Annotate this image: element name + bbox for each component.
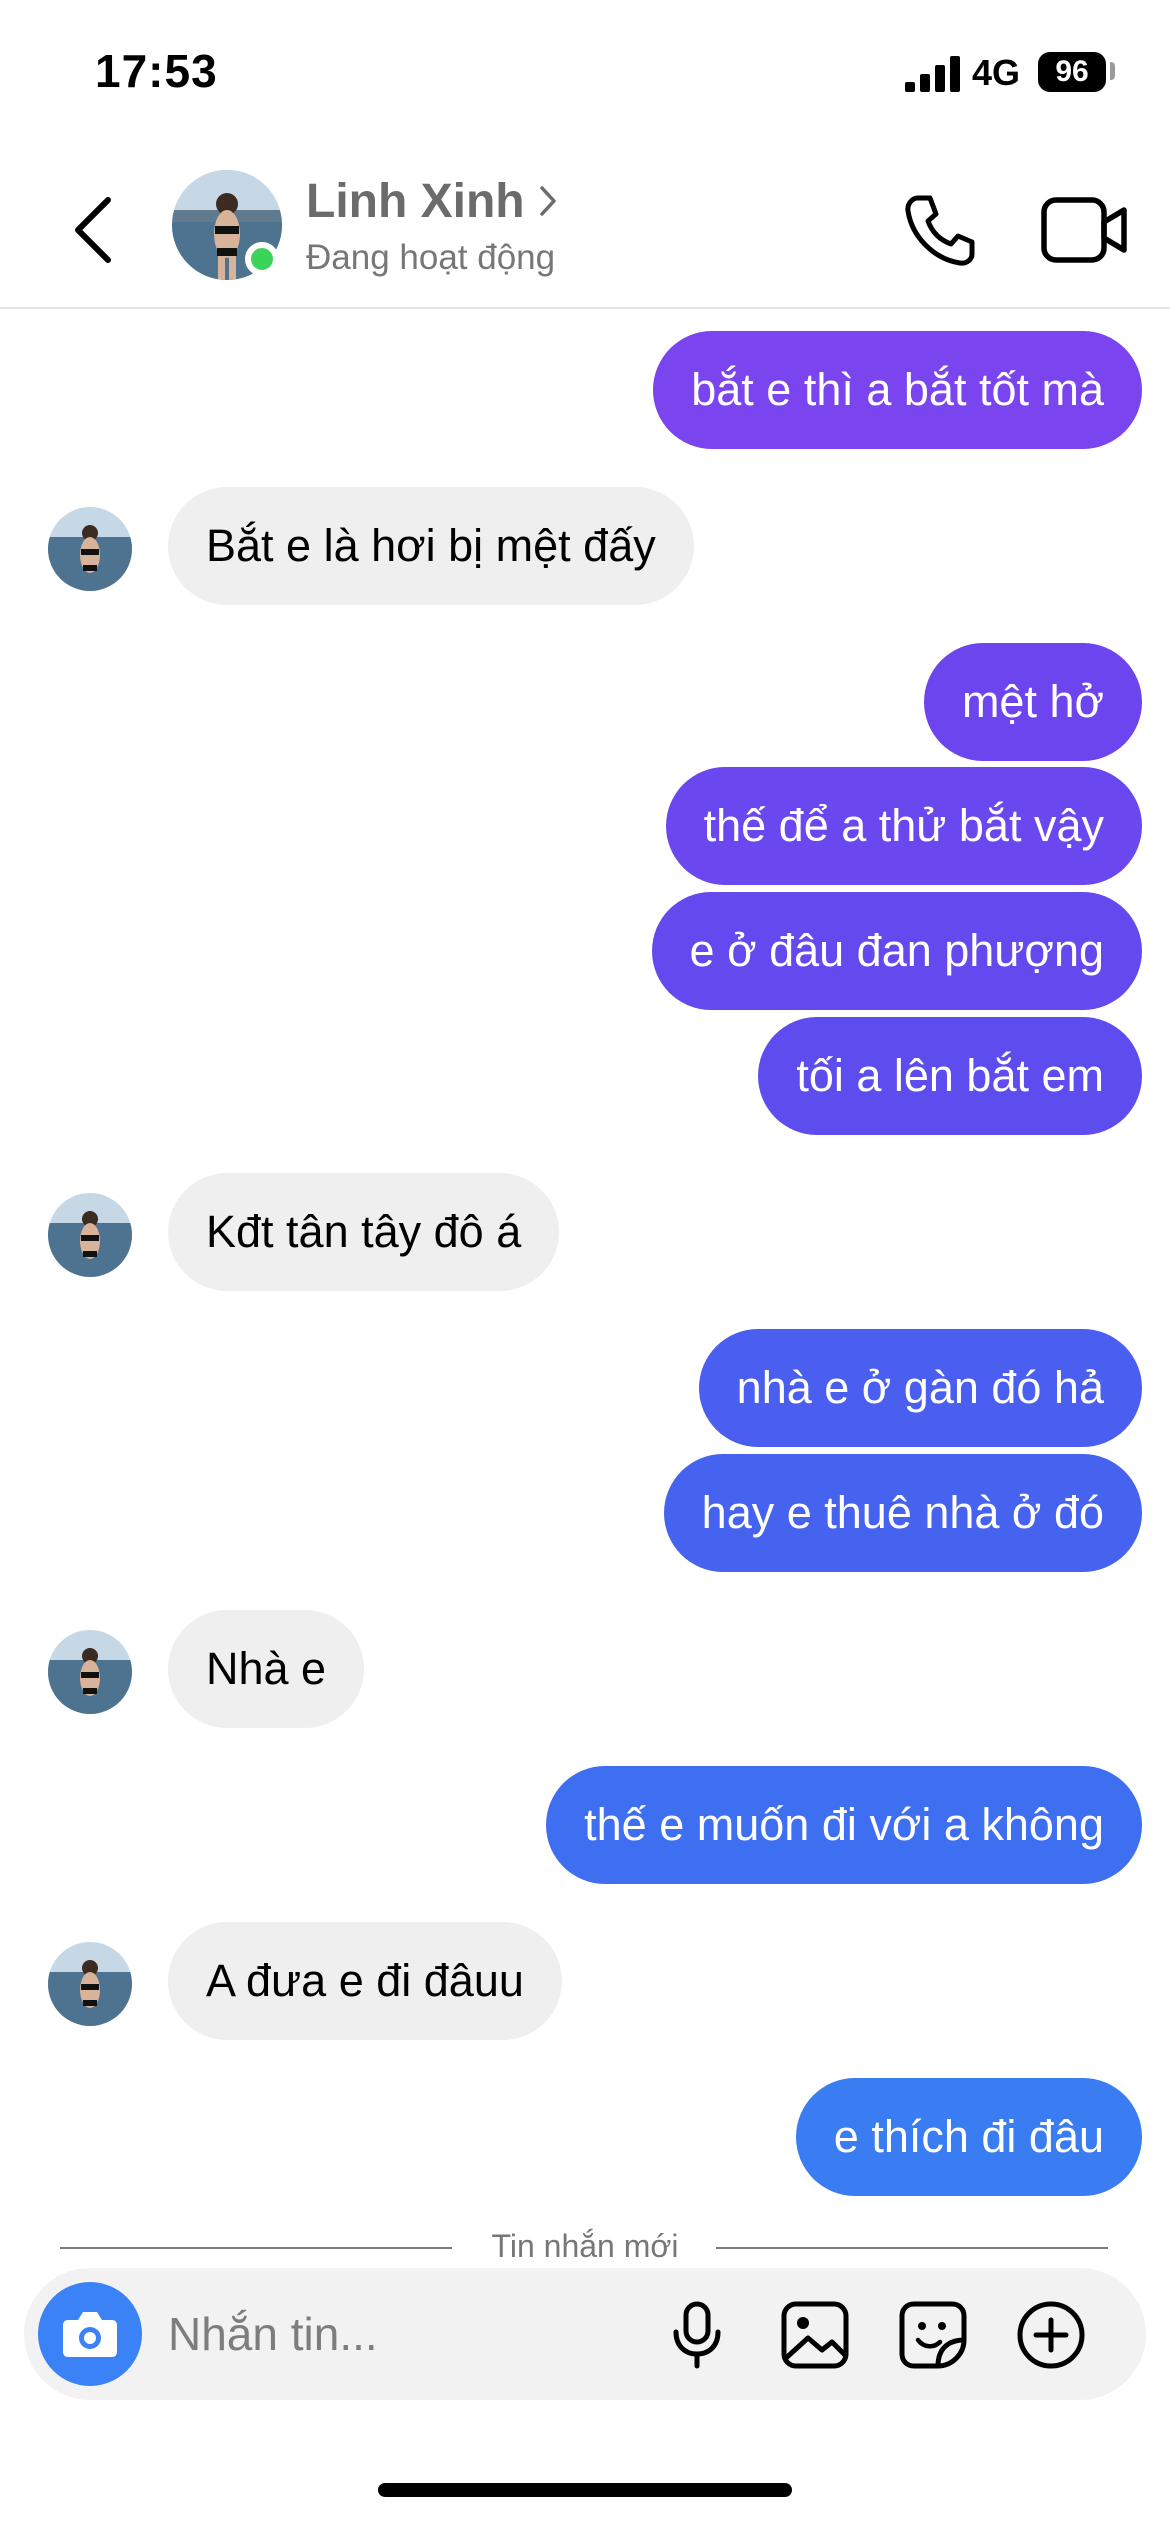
sender-avatar[interactable] <box>48 507 132 591</box>
sticker-icon[interactable] <box>896 2298 970 2372</box>
divider-line-right <box>716 2247 1108 2249</box>
message-input[interactable] <box>166 2298 650 2370</box>
received-message-bubble[interactable]: A đưa e đi đâuu <box>168 1922 562 2040</box>
contact-active-status: Đang hoạt động <box>306 238 556 277</box>
sent-message-bubble[interactable]: nhà e ở gàn đó hả <box>698 1329 1142 1447</box>
message-composer <box>24 2268 1146 2400</box>
sender-avatar[interactable] <box>48 1193 132 1277</box>
status-bar: 17:53 4G 96 <box>0 0 1170 150</box>
received-message-bubble[interactable]: Kđt tân tây đô á <box>168 1173 560 1291</box>
sent-message-bubble[interactable]: mệt hở <box>923 643 1142 761</box>
chat-header: Linh Xinh Đang hoạt động <box>0 150 1170 309</box>
sent-message-bubble[interactable]: e thích đi đâu <box>795 2078 1142 2196</box>
contact-name[interactable]: Linh Xinh <box>306 174 525 229</box>
sent-message-bubble[interactable]: e ở đâu đan phượng <box>651 892 1142 1010</box>
network-label: 4G <box>972 52 1021 93</box>
received-message-bubble[interactable]: Bắt e là hơi bị mệt đấy <box>168 487 694 605</box>
camera-icon <box>63 2312 117 2357</box>
received-message-bubble[interactable]: Nhà e <box>168 1610 365 1728</box>
sent-message-bubble[interactable]: hay e thuê nhà ở đó <box>663 1454 1142 1572</box>
back-icon[interactable] <box>60 190 130 270</box>
sent-message-bubble[interactable]: thế e muốn đi với a không <box>546 1766 1142 1884</box>
chevron-right-icon[interactable] <box>536 184 560 218</box>
sent-message-bubble[interactable]: bắt e thì a bắt tốt mà <box>653 331 1142 449</box>
sent-message-bubble[interactable]: tối a lên bắt em <box>758 1017 1142 1135</box>
home-indicator[interactable] <box>378 2483 792 2497</box>
sender-avatar[interactable] <box>48 1630 132 1714</box>
battery-indicator: 96 <box>1038 52 1106 92</box>
battery-cap <box>1110 62 1115 80</box>
status-time: 17:53 <box>95 45 218 97</box>
microphone-icon[interactable] <box>660 2298 734 2372</box>
message-thread[interactable]: bắt e thì a bắt tốt mà Bắt e là hơi bị m… <box>0 307 1170 2267</box>
plus-circle-icon[interactable] <box>1014 2298 1088 2372</box>
camera-button[interactable] <box>38 2282 142 2386</box>
video-camera-icon[interactable] <box>1040 192 1130 268</box>
online-indicator <box>245 242 279 276</box>
phone-icon[interactable] <box>900 190 980 270</box>
sender-avatar[interactable] <box>48 1942 132 2026</box>
signal-icon <box>905 56 960 92</box>
sent-message-bubble[interactable]: thế để a thử bắt vậy <box>665 767 1142 885</box>
image-icon[interactable] <box>778 2298 852 2372</box>
